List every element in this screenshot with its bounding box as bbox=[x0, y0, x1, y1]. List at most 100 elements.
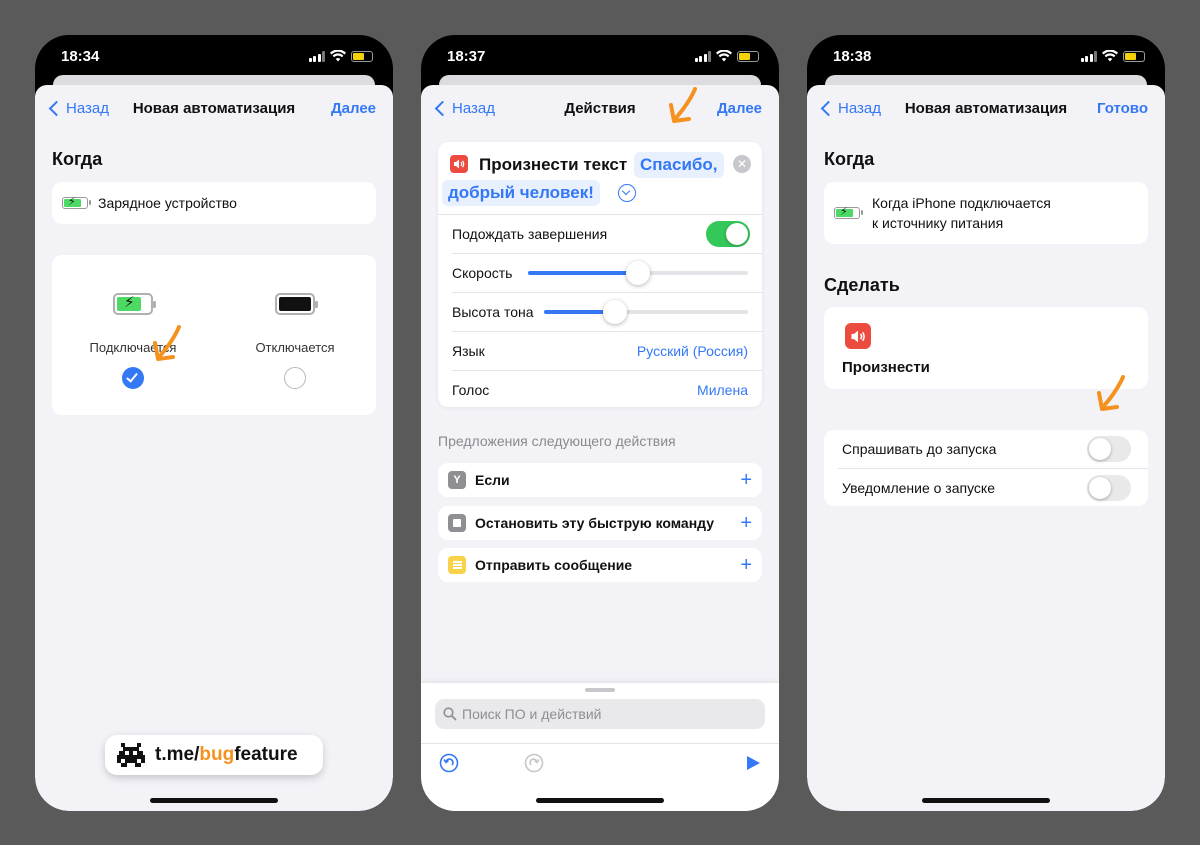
drag-handle[interactable] bbox=[585, 688, 615, 692]
notify-on-run-row: Уведомление о запуске bbox=[824, 469, 1148, 506]
pitch-slider[interactable] bbox=[543, 300, 748, 324]
battery-icon bbox=[737, 50, 759, 62]
status-icons bbox=[694, 50, 759, 62]
screen: Назад Новая автоматизация Далее Когда ⚡ … bbox=[35, 85, 393, 811]
language-value[interactable]: Русский (Россия) bbox=[637, 343, 748, 359]
radio-unselected-icon[interactable] bbox=[284, 367, 306, 389]
cellular-signal-icon bbox=[1080, 50, 1097, 62]
watermark-text: t.me/bugfeature bbox=[155, 744, 298, 766]
cellular-signal-icon bbox=[694, 50, 711, 62]
status-bar: 18:37 bbox=[421, 35, 779, 79]
param-language-row[interactable]: Язык Русский (Россия) bbox=[438, 332, 762, 370]
action-title: Произнести текст bbox=[479, 155, 628, 174]
undo-icon[interactable] bbox=[439, 753, 459, 773]
note-icon bbox=[448, 556, 466, 574]
done-button[interactable]: Готово bbox=[1097, 100, 1148, 117]
trigger-card[interactable]: ⚡ Когда iPhone подключается к источнику … bbox=[824, 182, 1148, 244]
param-label: Подождать завершения bbox=[452, 226, 608, 242]
param-label: Голос bbox=[452, 382, 490, 398]
annotation-arrow-icon bbox=[1097, 375, 1125, 411]
watermark-part-3: feature bbox=[234, 744, 298, 765]
trigger-line2: к источнику питания bbox=[872, 215, 1004, 231]
phone-screen-1: 18:34 Назад Новая автоматизация Далее Ко… bbox=[35, 35, 393, 811]
watermark-badge: t.me/bugfeature bbox=[105, 735, 323, 775]
phone-screen-3: 18:38 Назад Новая автоматизация Готово К… bbox=[807, 35, 1165, 811]
screen: Назад Новая автоматизация Готово Когда ⚡… bbox=[807, 85, 1165, 811]
param-label: Скорость bbox=[452, 265, 513, 281]
watermark-part-2: bug bbox=[199, 744, 235, 765]
trigger-card[interactable]: ⚡ Зарядное устройство bbox=[52, 182, 376, 224]
redo-icon[interactable] bbox=[524, 753, 544, 773]
suggestion-label: Если bbox=[475, 472, 510, 488]
trigger-label: Зарядное устройство bbox=[98, 195, 237, 211]
add-icon[interactable]: + bbox=[740, 512, 752, 535]
status-icons bbox=[1080, 50, 1145, 62]
watermark-part-1: t.me/ bbox=[155, 744, 200, 765]
battery-icon bbox=[1123, 50, 1145, 62]
next-button[interactable]: Далее bbox=[331, 100, 376, 117]
battery-icon bbox=[351, 50, 373, 62]
suggestion-item[interactable]: Y Если + bbox=[438, 463, 762, 497]
option-connects-label: Подключается bbox=[89, 340, 177, 355]
phone-screen-2: 18:37 Назад Действия Далее Произнести те… bbox=[421, 35, 779, 811]
status-icons bbox=[308, 50, 373, 62]
setting-label: Спрашивать до запуска bbox=[842, 441, 997, 457]
status-time: 18:34 bbox=[61, 48, 100, 65]
ask-before-run-toggle[interactable] bbox=[1087, 436, 1131, 462]
annotation-arrow-icon bbox=[669, 87, 697, 123]
setting-label: Уведомление о запуске bbox=[842, 479, 996, 496]
suggestions-heading: Предложения следующего действия bbox=[438, 433, 676, 449]
status-time: 18:38 bbox=[833, 48, 872, 65]
status-bar: 18:38 bbox=[807, 35, 1165, 79]
notify-on-run-toggle[interactable] bbox=[1087, 474, 1131, 501]
nav-bar: Назад Действия Далее bbox=[421, 85, 779, 133]
ask-before-run-row: Спрашивать до запуска bbox=[824, 430, 1148, 468]
next-button[interactable]: Далее bbox=[717, 100, 762, 117]
param-label: Высота тона bbox=[452, 304, 534, 320]
suggestion-item[interactable]: Отправить сообщение + bbox=[438, 548, 762, 582]
bottom-panel: Поиск ПО и действий bbox=[421, 683, 779, 811]
voice-value[interactable]: Милена bbox=[697, 382, 748, 398]
status-time: 18:37 bbox=[447, 48, 486, 65]
y-split-icon: Y bbox=[448, 471, 466, 489]
search-field[interactable]: Поиск ПО и действий bbox=[435, 699, 765, 729]
param-speed-row: Скорость bbox=[438, 254, 762, 292]
add-icon[interactable]: + bbox=[740, 469, 752, 492]
suggestion-item[interactable]: Остановить эту быструю команду + bbox=[438, 506, 762, 540]
trigger-line1: Когда iPhone подключается bbox=[872, 195, 1051, 211]
do-action-label: Произнести bbox=[842, 359, 930, 376]
option-connects[interactable]: ⚡ Подключается bbox=[52, 255, 214, 415]
speak-text-action-card: Произнести текст Спасибо, добрый человек… bbox=[438, 142, 762, 407]
chevron-down-icon[interactable] bbox=[618, 184, 636, 202]
text-token-line1[interactable]: Спасибо, bbox=[634, 152, 724, 178]
battery-charging-large-icon: ⚡ bbox=[113, 293, 156, 315]
battery-charging-icon: ⚡ bbox=[834, 206, 863, 219]
when-heading: Когда bbox=[824, 149, 875, 169]
home-indicator bbox=[922, 798, 1050, 803]
option-disconnects[interactable]: Отключается bbox=[214, 255, 376, 415]
param-pitch-row: Высота тона bbox=[438, 293, 762, 331]
space-invader-icon bbox=[117, 743, 145, 767]
param-label: Язык bbox=[452, 343, 485, 359]
wait-toggle[interactable] bbox=[706, 221, 750, 247]
nav-bar: Назад Новая автоматизация Далее bbox=[35, 85, 393, 133]
home-indicator bbox=[150, 798, 278, 803]
option-disconnects-label: Отключается bbox=[255, 340, 335, 355]
battery-empty-icon bbox=[275, 293, 318, 315]
search-icon bbox=[443, 707, 457, 721]
divider bbox=[421, 743, 779, 744]
play-icon[interactable] bbox=[745, 755, 761, 771]
screen: Назад Действия Далее Произнести текст Сп… bbox=[421, 85, 779, 811]
close-icon[interactable]: ✕ bbox=[733, 155, 751, 173]
text-token-line2[interactable]: добрый человек! bbox=[442, 180, 600, 206]
param-wait-row: Подождать завершения bbox=[438, 215, 762, 253]
add-icon[interactable]: + bbox=[740, 554, 752, 577]
search-placeholder: Поиск ПО и действий bbox=[462, 706, 602, 722]
suggestion-label: Остановить эту быструю команду bbox=[475, 515, 715, 531]
speed-slider[interactable] bbox=[528, 261, 748, 285]
speaker-icon bbox=[845, 323, 871, 349]
param-voice-row[interactable]: Голос Милена bbox=[438, 371, 762, 409]
nav-bar: Назад Новая автоматизация Готово bbox=[807, 85, 1165, 133]
action-header[interactable]: Произнести текст Спасибо, добрый человек… bbox=[438, 142, 762, 214]
checkmark-selected-icon[interactable] bbox=[122, 367, 144, 389]
